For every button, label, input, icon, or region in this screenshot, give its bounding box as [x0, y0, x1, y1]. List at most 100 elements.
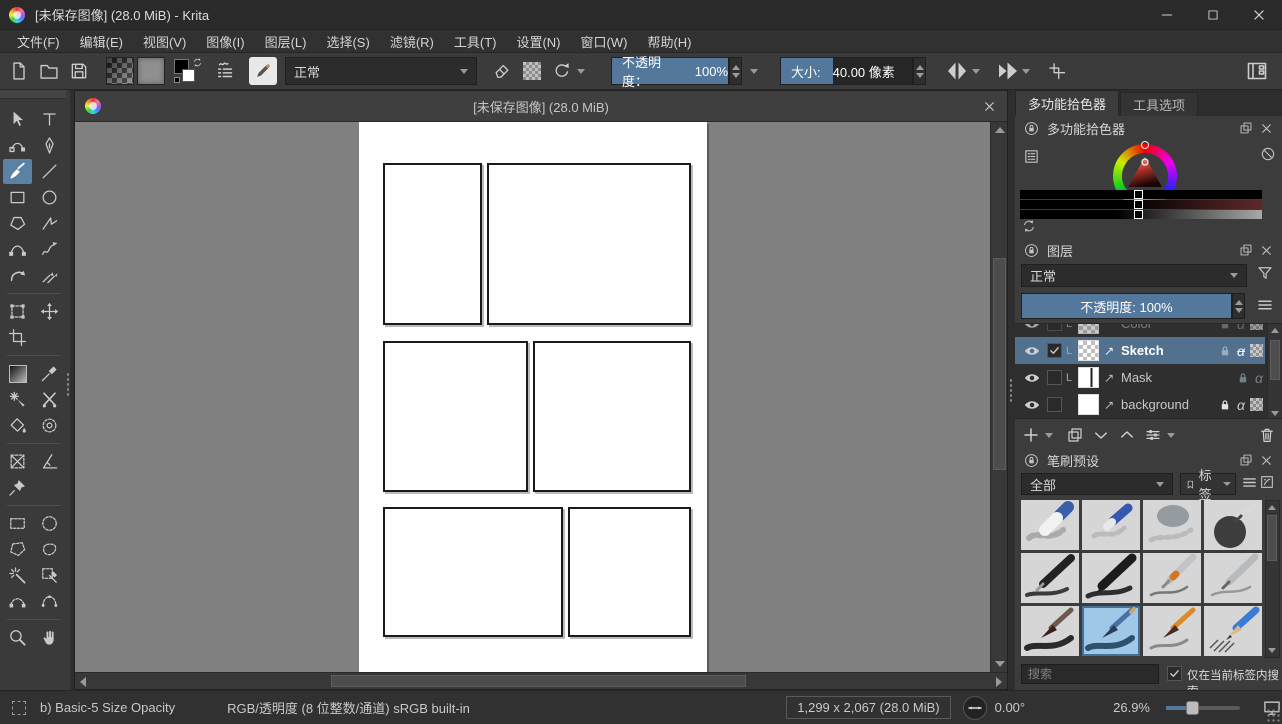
brush-filter-dropdown[interactable]: 全部: [1021, 473, 1173, 495]
opacity-spinner[interactable]: [729, 57, 742, 85]
slider-marker[interactable]: [1134, 210, 1143, 219]
subwindow-titlebar[interactable]: [未保存图像] (28.0 MiB): [75, 91, 1007, 122]
status-zoom-value[interactable]: 26.9%: [1113, 700, 1150, 715]
scrollbar-thumb[interactable]: [1267, 515, 1277, 561]
brush-preset-pen-silver[interactable]: [1204, 553, 1262, 603]
tool-select-magnetic[interactable]: [35, 589, 64, 614]
move-layer-down-button[interactable]: [1089, 423, 1113, 447]
mirror-horizontal-dropdown-icon[interactable]: [972, 69, 980, 74]
slider-marker[interactable]: [1134, 200, 1143, 209]
tool-select-shapes[interactable]: [3, 107, 32, 132]
layer-list-scrollbar[interactable]: [1267, 324, 1282, 419]
reset-colors[interactable]: [174, 77, 180, 83]
layer-opacity-slider[interactable]: 不透明度: 100%: [1021, 293, 1232, 319]
mirror-horizontal-button[interactable]: [942, 57, 972, 85]
brush-grid-scrollbar[interactable]: [1265, 500, 1280, 658]
tool-polygon[interactable]: [3, 211, 32, 236]
tool-line[interactable]: [35, 159, 64, 184]
tool-transform[interactable]: [3, 299, 32, 324]
brush-preset-pen-silver-orange[interactable]: [1143, 553, 1201, 603]
brush-preset-eraser-softest[interactable]: [1143, 500, 1201, 550]
horizontal-scrollbar[interactable]: [75, 672, 1007, 689]
status-colorspace[interactable]: RGB/透明度 (8 位整数/通道) sRGB built-in: [227, 698, 470, 717]
tool-colorize-mask[interactable]: [35, 387, 64, 412]
brush-preset-chooser-button[interactable]: [249, 57, 277, 85]
brush-preset-pencil-blue[interactable]: [1204, 606, 1262, 656]
tool-select-elliptical[interactable]: [35, 511, 64, 536]
layer-properties-dropdown-icon[interactable]: [1167, 433, 1175, 438]
background-color[interactable]: [182, 69, 195, 82]
tool-move[interactable]: [35, 299, 64, 324]
layer-name[interactable]: Sketch: [1121, 343, 1214, 358]
brush-preset-paintbrush-blue[interactable]: [1082, 606, 1140, 656]
tool-fill[interactable]: [3, 413, 32, 438]
layer-row-background[interactable]: background α: [1015, 391, 1265, 418]
layer-checkbox[interactable]: [1047, 323, 1062, 331]
menu-select[interactable]: 选择(S): [317, 30, 378, 53]
layer-options-button[interactable]: [1256, 296, 1274, 314]
brush-preset-eraser-soft[interactable]: [1082, 500, 1140, 550]
menu-layer[interactable]: 图层(L): [256, 30, 316, 53]
horizontal-scrollbar-thumb[interactable]: [331, 675, 746, 687]
zoom-slider[interactable]: [1166, 706, 1240, 710]
reload-preset-button[interactable]: [547, 57, 577, 85]
close-button[interactable]: [1236, 0, 1282, 30]
layer-properties-button[interactable]: [1141, 423, 1165, 447]
layer-thumbnail[interactable]: [1078, 394, 1099, 415]
eraser-mode-button[interactable]: [487, 57, 517, 85]
tool-measure[interactable]: [35, 449, 64, 474]
docker-header[interactable]: 图层: [1015, 238, 1282, 262]
tool-select-similar-color[interactable]: [35, 563, 64, 588]
lock-docker-icon[interactable]: [1021, 118, 1041, 138]
tool-reference-images[interactable]: [3, 475, 32, 500]
layer-checkbox[interactable]: [1047, 397, 1062, 412]
size-slider[interactable]: 大小: 40.00 像素: [780, 57, 913, 85]
vertical-scrollbar[interactable]: [990, 122, 1007, 672]
brush-details-button[interactable]: [1259, 474, 1275, 490]
float-docker-icon[interactable]: [1236, 118, 1256, 138]
scrollbar-thumb[interactable]: [1270, 340, 1280, 380]
layer-name[interactable]: background: [1121, 397, 1214, 412]
lock-docker-icon[interactable]: [1021, 450, 1041, 470]
open-document-button[interactable]: [34, 57, 64, 85]
brush-preset-eraser-block[interactable]: [1021, 500, 1079, 550]
selection-mode-icon[interactable]: [12, 701, 26, 715]
layer-name[interactable]: Color: [1121, 323, 1214, 331]
tool-freehand-brush[interactable]: [3, 159, 32, 184]
tool-zoom[interactable]: [3, 625, 32, 650]
no-color-icon[interactable]: [1258, 144, 1278, 164]
maximize-button[interactable]: [1190, 0, 1236, 30]
lock-icon[interactable]: [1236, 371, 1250, 385]
shade-selector-settings-icon[interactable]: [1021, 146, 1041, 166]
tool-rectangle[interactable]: [3, 185, 32, 210]
visibility-eye-icon[interactable]: [1021, 369, 1043, 387]
tool-pan[interactable]: [35, 625, 64, 650]
tool-select-bezier[interactable]: [3, 589, 32, 614]
menu-window[interactable]: 窗口(W): [572, 30, 637, 53]
add-layer-dropdown-icon[interactable]: [1045, 433, 1053, 438]
tool-bezier-curve[interactable]: [3, 237, 32, 262]
scroll-down-arrow[interactable]: [1268, 648, 1276, 653]
tool-enclose-fill[interactable]: [35, 413, 64, 438]
tool-select-polygonal[interactable]: [3, 537, 32, 562]
tool-text[interactable]: [35, 107, 64, 132]
docker-header[interactable]: 多功能拾色器: [1015, 116, 1282, 140]
opacity-dropdown-icon[interactable]: [750, 69, 758, 74]
scroll-up-arrow[interactable]: [1268, 505, 1276, 510]
tool-gradient[interactable]: [3, 361, 32, 386]
layer-name[interactable]: Mask: [1121, 370, 1232, 385]
swap-colors-icon[interactable]: [192, 57, 203, 68]
choose-workspace-button[interactable]: [1242, 57, 1272, 85]
tool-select-contiguous[interactable]: [3, 563, 32, 588]
layer-thumbnail[interactable]: [1078, 340, 1099, 361]
float-docker-icon[interactable]: [1236, 240, 1256, 260]
close-docker-icon[interactable]: [1256, 240, 1276, 260]
visibility-eye-icon[interactable]: [1021, 323, 1043, 333]
brush-preset-paintbrush-orange[interactable]: [1143, 606, 1201, 656]
brush-preset-airbrush-pen[interactable]: [1204, 500, 1262, 550]
color-slider-saturation[interactable]: [1020, 200, 1262, 209]
scroll-down-arrow[interactable]: [1271, 411, 1279, 416]
docker-header[interactable]: 笔刷预设: [1015, 448, 1282, 472]
scroll-left-arrow[interactable]: [80, 677, 86, 687]
brush-settings-button[interactable]: [211, 57, 241, 85]
